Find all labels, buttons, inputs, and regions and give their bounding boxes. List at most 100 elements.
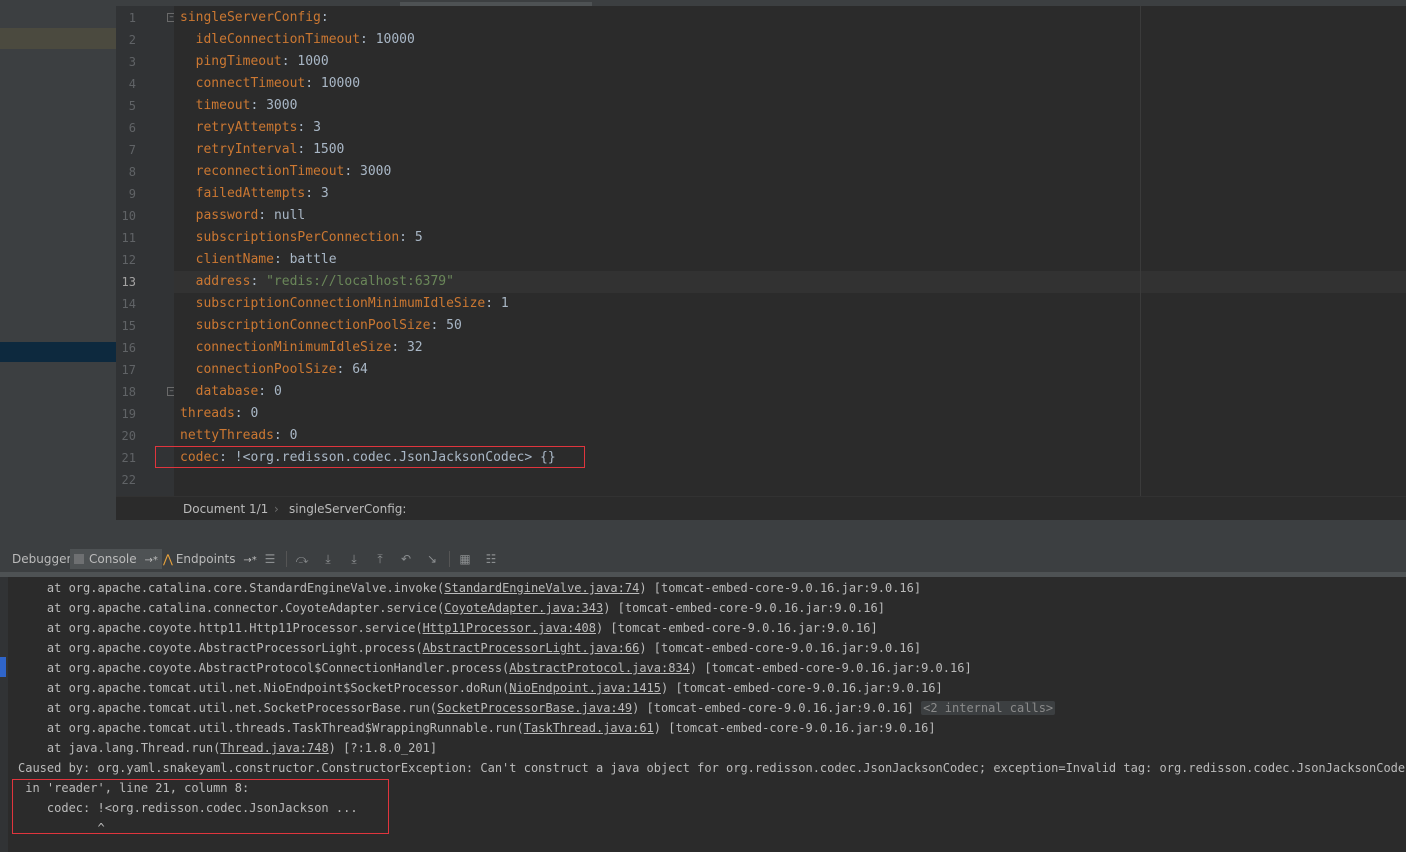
console-text: ) [tomcat-embed-core-9.0.16.jar:9.0.16]: [639, 641, 922, 655]
line-number: 17: [121, 363, 136, 377]
code-line[interactable]: pingTimeout: 1000: [180, 51, 329, 73]
code-line[interactable]: connectionPoolSize: 64: [180, 359, 368, 381]
code-line[interactable]: retryAttempts: 3: [180, 117, 321, 139]
project-focused-row[interactable]: [0, 342, 116, 362]
yaml-key: reconnectionTimeout: [195, 164, 345, 179]
console-text: at org.apache.tomcat.util.net.SocketProc…: [18, 701, 438, 715]
code-line[interactable]: subscriptionConnectionPoolSize: 50: [180, 315, 462, 337]
code-line[interactable]: singleServerConfig:: [180, 7, 329, 29]
stack-trace-link[interactable]: SocketProcessorBase.java:49: [437, 701, 632, 715]
tab-console[interactable]: Console →*: [70, 549, 162, 569]
code-line[interactable]: idleConnectionTimeout: 10000: [180, 29, 415, 51]
right-margin-guide: [1140, 6, 1141, 496]
line-number: 16: [121, 341, 136, 355]
yaml-key: connectionPoolSize: [195, 362, 337, 377]
yaml-key: failedAttempts: [195, 186, 306, 201]
menu-icon[interactable]: ☰: [262, 551, 278, 567]
console-line: at org.apache.coyote.http11.Http11Proces…: [18, 618, 878, 638]
drop-frame-icon[interactable]: ↶: [398, 551, 414, 567]
line-number: 4: [128, 77, 136, 91]
trace-icon[interactable]: ☷: [483, 551, 499, 567]
line-number: 15: [121, 319, 136, 333]
code-line[interactable]: password: null: [180, 205, 306, 227]
pin-icon[interactable]: →*: [144, 555, 157, 566]
step-over-icon[interactable]: ⤼: [294, 551, 310, 567]
stack-trace-link[interactable]: AbstractProcessorLight.java:66: [423, 641, 640, 655]
console-line: at java.lang.Thread.run(Thread.java:748)…: [18, 738, 437, 758]
line-number: 5: [128, 99, 136, 113]
code-line[interactable]: retryInterval: 1500: [180, 139, 345, 161]
console-line: at org.apache.catalina.core.StandardEngi…: [18, 578, 921, 598]
run-to-cursor-icon[interactable]: ↘: [424, 551, 440, 567]
internal-calls-fold[interactable]: <2 internal calls>: [921, 701, 1056, 715]
line-number: 19: [121, 407, 136, 421]
yaml-separator: :: [258, 208, 274, 223]
code-line[interactable]: address: "redis://localhost:6379": [180, 271, 454, 293]
code-line[interactable]: failedAttempts: 3: [180, 183, 329, 205]
yaml-key: retryAttempts: [195, 120, 298, 135]
console-text: ) [tomcat-embed-core-9.0.16.jar:9.0.16]: [639, 581, 922, 595]
line-number: 1: [128, 11, 136, 25]
code-line[interactable]: subscriptionConnectionMinimumIdleSize: 1: [180, 293, 509, 315]
code-line[interactable]: clientName: battle: [180, 249, 337, 271]
project-selected-row[interactable]: [0, 28, 116, 49]
code-line[interactable]: database: 0: [180, 381, 282, 403]
console-icon: [74, 554, 84, 564]
line-number: 3: [128, 55, 136, 69]
stack-trace-link[interactable]: CoyoteAdapter.java:343: [444, 601, 603, 615]
tab-debugger-label: Debugger: [12, 552, 72, 566]
line-number: 21: [121, 451, 136, 465]
tab-endpoints[interactable]: ⋀ Endpoints →*: [159, 549, 261, 569]
stack-trace-link[interactable]: Thread.java:748: [220, 741, 328, 755]
line-number: 20: [121, 429, 136, 443]
line-number: 8: [128, 165, 136, 179]
yaml-separator: :: [273, 252, 290, 267]
force-step-into-icon[interactable]: ⤓: [346, 551, 362, 567]
yaml-separator: :: [320, 10, 329, 25]
yaml-separator: :: [305, 76, 321, 91]
yaml-value: 3000: [360, 164, 392, 179]
stack-trace-link[interactable]: StandardEngineValve.java:74: [444, 581, 639, 595]
breadcrumb-path[interactable]: singleServerConfig:: [289, 502, 406, 516]
breadcrumb-document[interactable]: Document 1/1: [183, 502, 268, 516]
console-line: at org.apache.tomcat.util.threads.TaskTh…: [18, 718, 936, 738]
stack-trace-link[interactable]: Http11Processor.java:408: [423, 621, 596, 635]
console-text: at org.apache.tomcat.util.net.NioEndpoin…: [18, 681, 510, 695]
stack-trace-link[interactable]: TaskThread.java:61: [524, 721, 654, 735]
code-line[interactable]: threads: 0: [180, 403, 258, 425]
yaml-value: 3: [320, 186, 329, 201]
yaml-separator: :: [360, 32, 376, 47]
step-out-icon[interactable]: ⤒: [372, 551, 388, 567]
yaml-value: null: [273, 208, 306, 223]
code-line[interactable]: subscriptionsPerConnection: 5: [180, 227, 423, 249]
evaluate-icon[interactable]: ▦: [457, 551, 473, 567]
error-location-highlight-box: [12, 779, 389, 834]
code-line[interactable]: timeout: 3000: [180, 95, 298, 117]
pin-icon[interactable]: →*: [243, 555, 256, 566]
console-line: Caused by: org.yaml.snakeyaml.constructo…: [18, 758, 1406, 778]
step-into-icon[interactable]: ⤓: [320, 551, 336, 567]
stack-trace-link[interactable]: NioEndpoint.java:1415: [509, 681, 661, 695]
yaml-key: connectionMinimumIdleSize: [195, 340, 392, 355]
yaml-separator: :: [297, 142, 314, 157]
code-editor[interactable]: singleServerConfig: idleConnectionTimeou…: [174, 6, 1406, 496]
line-number: 2: [128, 33, 136, 47]
code-line[interactable]: connectTimeout: 10000: [180, 73, 360, 95]
yaml-key: idleConnectionTimeout: [195, 32, 361, 47]
code-line[interactable]: connectionMinimumIdleSize: 32: [180, 337, 423, 359]
tab-endpoints-label: Endpoints: [175, 552, 236, 566]
console-text: ) [tomcat-embed-core-9.0.16.jar:9.0.16]: [661, 681, 943, 695]
code-line[interactable]: reconnectionTimeout: 3000: [180, 161, 392, 183]
yaml-value: 0: [250, 406, 259, 421]
tab-debugger[interactable]: Debugger: [8, 549, 75, 569]
yaml-key: nettyThreads: [180, 428, 274, 443]
line-number: 13: [121, 275, 136, 289]
stack-trace-link[interactable]: AbstractProtocol.java:834: [509, 661, 690, 675]
yaml-value: 10000: [375, 32, 415, 47]
yaml-value: 3: [313, 120, 321, 135]
line-number: 14: [121, 297, 136, 311]
code-line[interactable]: nettyThreads: 0: [180, 425, 297, 447]
